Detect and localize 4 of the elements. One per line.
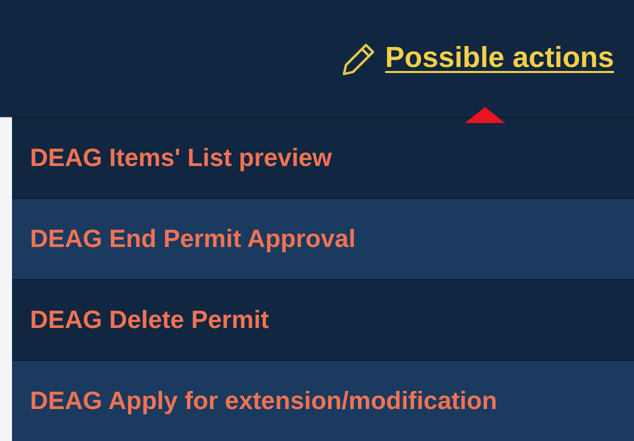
menu-item[interactable]: DEAG Apply for extension/modification: [12, 360, 634, 441]
pointer-triangle-icon: [465, 107, 505, 123]
menu-item[interactable]: DEAG End Permit Approval: [12, 198, 634, 279]
possible-actions-link[interactable]: Possible actions: [385, 42, 614, 75]
